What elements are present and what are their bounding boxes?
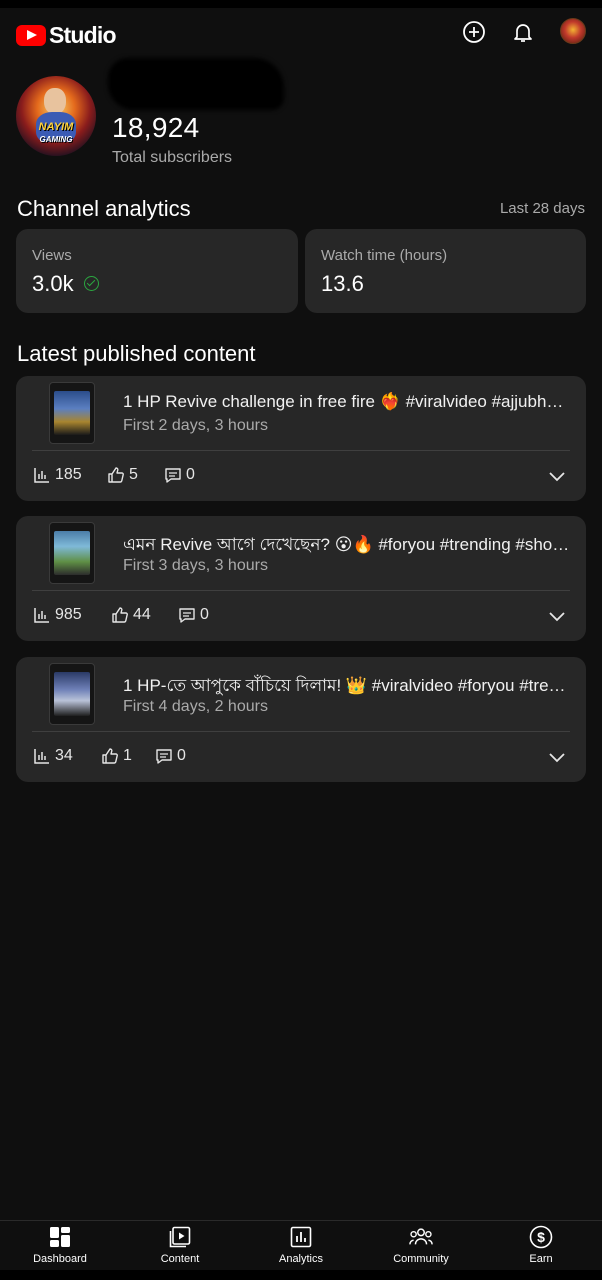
likes-count: 5 <box>129 466 138 483</box>
views-count: 185 <box>55 466 82 483</box>
video-card[interactable]: এমন Revive আগে দেখেছেন? 😮🔥 #foryou #tren… <box>16 516 586 641</box>
likes-count: 44 <box>133 606 151 623</box>
nav-community[interactable]: Community <box>381 1225 461 1265</box>
likes-metric: 5 <box>107 466 138 484</box>
nav-label: Earn <box>529 1253 553 1265</box>
video-thumbnail[interactable] <box>49 522 95 584</box>
video-meta: First 2 days, 3 hours <box>123 417 268 434</box>
comments-count: 0 <box>177 747 186 764</box>
earn-icon: $ <box>529 1225 553 1249</box>
thumbs-up-icon <box>112 607 128 623</box>
latest-content-title: Latest published content <box>17 341 256 366</box>
status-strip <box>0 0 602 8</box>
app-bar: Studio <box>0 8 602 56</box>
comments-metric: 0 <box>164 466 195 484</box>
comment-icon <box>179 608 195 623</box>
create-icon[interactable] <box>461 19 487 45</box>
video-card[interactable]: 1 HP-তে আপুকে বাঁচিয়ে দিলাম! 👑 #viralvi… <box>16 657 586 782</box>
views-card[interactable]: Views 3.0k <box>16 229 298 313</box>
views-count: 985 <box>55 606 82 623</box>
nav-earn[interactable]: $ Earn <box>501 1225 581 1265</box>
likes-metric: 1 <box>101 747 132 765</box>
video-meta: First 4 days, 2 hours <box>123 698 268 715</box>
avatar-logo-subtext: GAMING <box>39 135 73 144</box>
channel-name-redacted <box>108 58 284 110</box>
comments-metric: 0 <box>155 747 186 765</box>
views-metric: 985 <box>33 606 82 624</box>
video-title: 1 HP Revive challenge in free fire ❤️‍🔥 … <box>123 392 571 411</box>
system-nav-strip <box>0 1270 602 1280</box>
channel-avatar[interactable]: NAYIM GAMING <box>16 76 96 156</box>
chevron-down-icon[interactable] <box>548 751 566 763</box>
video-meta: First 3 days, 3 hours <box>123 557 268 574</box>
bar-chart-icon <box>34 608 49 623</box>
likes-metric: 44 <box>111 606 151 624</box>
nav-dashboard[interactable]: Dashboard <box>20 1225 100 1265</box>
analytics-title: Channel analytics <box>17 196 191 221</box>
youtube-play-icon <box>16 25 46 46</box>
nav-label: Content <box>160 1253 200 1265</box>
brand-name: Studio <box>49 22 117 48</box>
nav-analytics[interactable]: Analytics <box>261 1225 341 1265</box>
subscriber-count: 18,924 <box>112 112 200 143</box>
nav-label: Dashboard <box>33 1253 87 1265</box>
thumbs-up-icon <box>108 467 124 483</box>
divider <box>32 731 570 732</box>
video-thumbnail[interactable] <box>49 382 95 444</box>
bar-chart-icon <box>34 468 49 483</box>
chevron-down-icon[interactable] <box>548 470 566 482</box>
check-circle-icon <box>84 276 99 291</box>
divider <box>32 590 570 591</box>
avatar-logo-text: NAYIM <box>38 121 74 133</box>
comment-icon <box>165 468 181 483</box>
nav-content[interactable]: Content <box>140 1225 220 1265</box>
comments-count: 0 <box>200 606 209 623</box>
bottom-navigation: Dashboard Content Analytics Community $ … <box>0 1220 602 1270</box>
comments-count: 0 <box>186 466 195 483</box>
video-thumbnail[interactable] <box>49 663 95 725</box>
views-metric: 34 <box>33 747 73 765</box>
views-label: Views <box>32 247 72 264</box>
comment-icon <box>156 749 172 764</box>
divider <box>32 450 570 451</box>
bar-chart-icon <box>34 749 49 764</box>
youtube-studio-logo[interactable]: Studio <box>16 22 117 49</box>
svg-text:$: $ <box>537 1229 545 1245</box>
likes-count: 1 <box>123 747 132 764</box>
community-icon <box>409 1225 433 1249</box>
views-metric: 185 <box>33 466 82 484</box>
nav-label: Community <box>393 1253 449 1265</box>
nav-label: Analytics <box>278 1253 324 1265</box>
watch-time-label: Watch time (hours) <box>321 247 448 264</box>
chevron-down-icon[interactable] <box>548 610 566 622</box>
video-title: এমন Revive আগে দেখেছেন? 😮🔥 #foryou #tren… <box>123 535 571 554</box>
watch-time-card[interactable]: Watch time (hours) 13.6 <box>305 229 586 313</box>
watch-time-value: 13.6 <box>321 271 364 296</box>
subscriber-label: Total subscribers <box>112 149 233 166</box>
video-card[interactable]: 1 HP Revive challenge in free fire ❤️‍🔥 … <box>16 376 586 501</box>
content-icon <box>168 1225 192 1249</box>
channel-header: NAYIM GAMING 18,924 Total subscribers <box>16 58 586 176</box>
video-title: 1 HP-তে আপুকে বাঁচিয়ে দিলাম! 👑 #viralvi… <box>123 676 571 695</box>
analytics-range: Last 28 days <box>499 200 585 217</box>
views-count: 34 <box>55 747 73 764</box>
analytics-icon <box>289 1225 313 1249</box>
dashboard-icon <box>48 1225 72 1249</box>
views-value: 3.0k <box>32 271 74 296</box>
thumbs-up-icon <box>102 748 118 764</box>
comments-metric: 0 <box>178 606 209 624</box>
account-avatar[interactable] <box>560 18 586 44</box>
notifications-bell-icon[interactable] <box>510 19 536 45</box>
